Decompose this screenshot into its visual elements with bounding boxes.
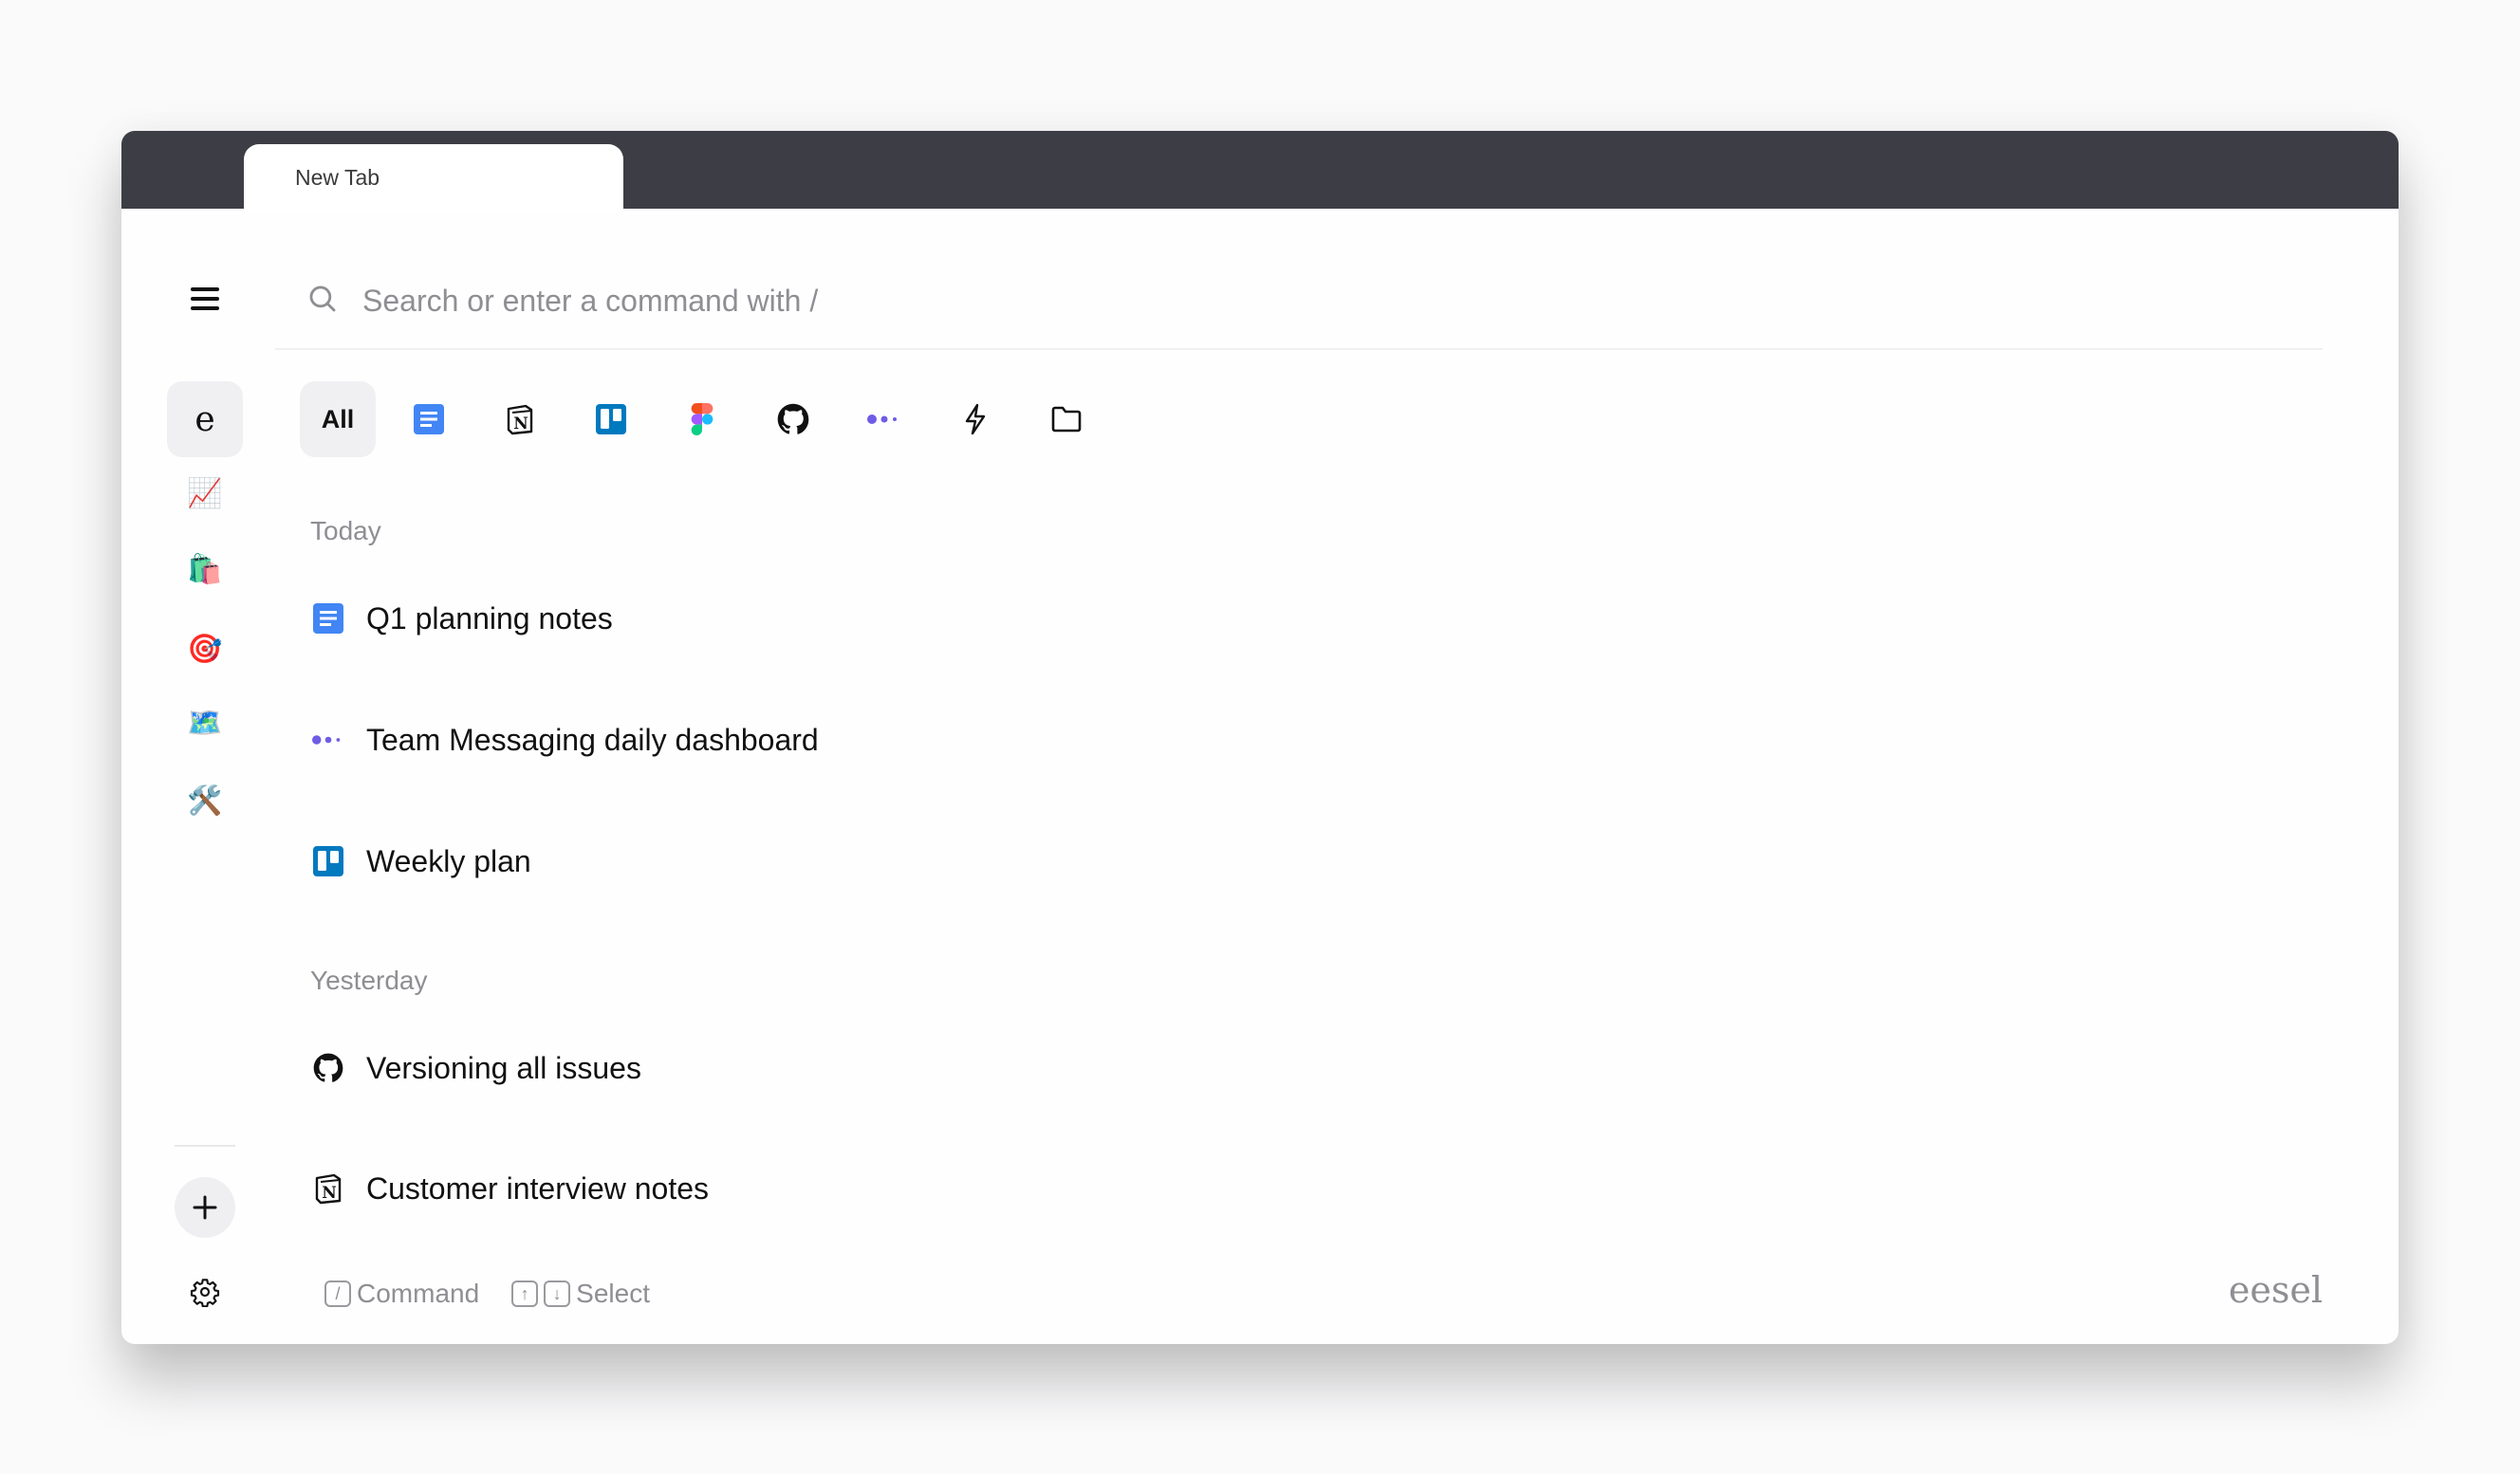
bolt-icon xyxy=(965,403,986,435)
workspace-chart-increasing-emoji[interactable]: 📈 xyxy=(178,467,232,520)
arrow-down-key: ↓ xyxy=(544,1281,571,1307)
filter-team-messaging[interactable] xyxy=(862,396,907,442)
filter-trello[interactable] xyxy=(588,396,634,442)
workspace-shopping-bags-emoji[interactable]: 🛍️ xyxy=(178,543,232,596)
plus-icon xyxy=(193,1195,217,1220)
sidebar-divider xyxy=(175,1145,235,1147)
filter-google-docs[interactable] xyxy=(406,396,452,442)
list-item[interactable]: Versioning all issues xyxy=(311,1040,641,1096)
arrow-up-key: ↑ xyxy=(511,1281,539,1307)
list-item[interactable]: Q1 planning notes xyxy=(311,590,613,647)
section-label-yesterday: Yesterday xyxy=(310,966,428,995)
team-messaging-icon xyxy=(311,723,345,757)
select-hint-label: Select xyxy=(576,1279,650,1308)
workspace-eesel[interactable]: e xyxy=(167,381,243,457)
list-item-title: Versioning all issues xyxy=(366,1050,641,1085)
list-item-title: Team Messaging daily dashboard xyxy=(366,722,819,757)
section-label-today: Today xyxy=(310,516,381,545)
github-icon xyxy=(777,403,809,434)
command-hint-label: Command xyxy=(357,1279,480,1308)
keyboard-hints: / Command ↑ ↓ Select xyxy=(324,1275,650,1313)
slash-key: / xyxy=(324,1281,351,1307)
filter-github[interactable] xyxy=(770,396,816,442)
gear-icon[interactable] xyxy=(190,1277,220,1307)
tab-title: New Tab xyxy=(295,165,380,190)
browser-tab-bar: New Tab xyxy=(121,131,2399,211)
team-messaging-icon xyxy=(867,415,897,424)
list-item[interactable]: Team Messaging daily dashboard xyxy=(311,711,819,768)
svg-text:N: N xyxy=(513,415,528,433)
notion-icon: N xyxy=(311,1171,345,1206)
workspace-hammer-and-wrench-emoji[interactable]: 🛠️ xyxy=(178,774,232,827)
filter-actions[interactable] xyxy=(953,396,998,442)
github-icon xyxy=(311,1051,345,1085)
filter-figma[interactable] xyxy=(679,396,725,442)
notion-icon: N xyxy=(507,404,533,435)
tab-new-tab[interactable]: New Tab xyxy=(244,144,623,211)
list-item-title: Weekly plan xyxy=(366,843,531,878)
search-input[interactable] xyxy=(361,273,2357,328)
search-divider xyxy=(275,348,2323,350)
svg-text:N: N xyxy=(322,1184,337,1203)
search-icon xyxy=(309,286,336,312)
google-docs-icon xyxy=(311,601,345,636)
list-item-title: Q1 planning notes xyxy=(366,600,613,636)
list-item[interactable]: Weekly plan xyxy=(311,833,531,890)
list-item-title: Customer interview notes xyxy=(366,1170,710,1206)
filter-folder[interactable] xyxy=(1044,396,1089,442)
list-item[interactable]: N Customer interview notes xyxy=(311,1160,709,1217)
workspace-world-map-emoji[interactable]: 🗺️ xyxy=(178,696,232,749)
brand-logo: eesel xyxy=(2228,1269,2323,1311)
filter-all-button[interactable]: All xyxy=(300,381,376,457)
figma-icon xyxy=(691,403,713,435)
filter-notion[interactable]: N xyxy=(497,396,543,442)
workspace-direct-hit-emoji[interactable]: 🎯 xyxy=(178,622,232,675)
add-workspace-button[interactable] xyxy=(175,1177,235,1238)
browser-window: New Tab e 📈 🛍️ 🎯 🗺️ 🛠️ All N xyxy=(121,131,2399,1344)
google-docs-icon xyxy=(414,404,444,434)
trello-icon xyxy=(596,404,626,434)
menu-icon[interactable] xyxy=(191,287,219,310)
folder-icon xyxy=(1051,406,1082,433)
trello-icon xyxy=(311,844,345,878)
